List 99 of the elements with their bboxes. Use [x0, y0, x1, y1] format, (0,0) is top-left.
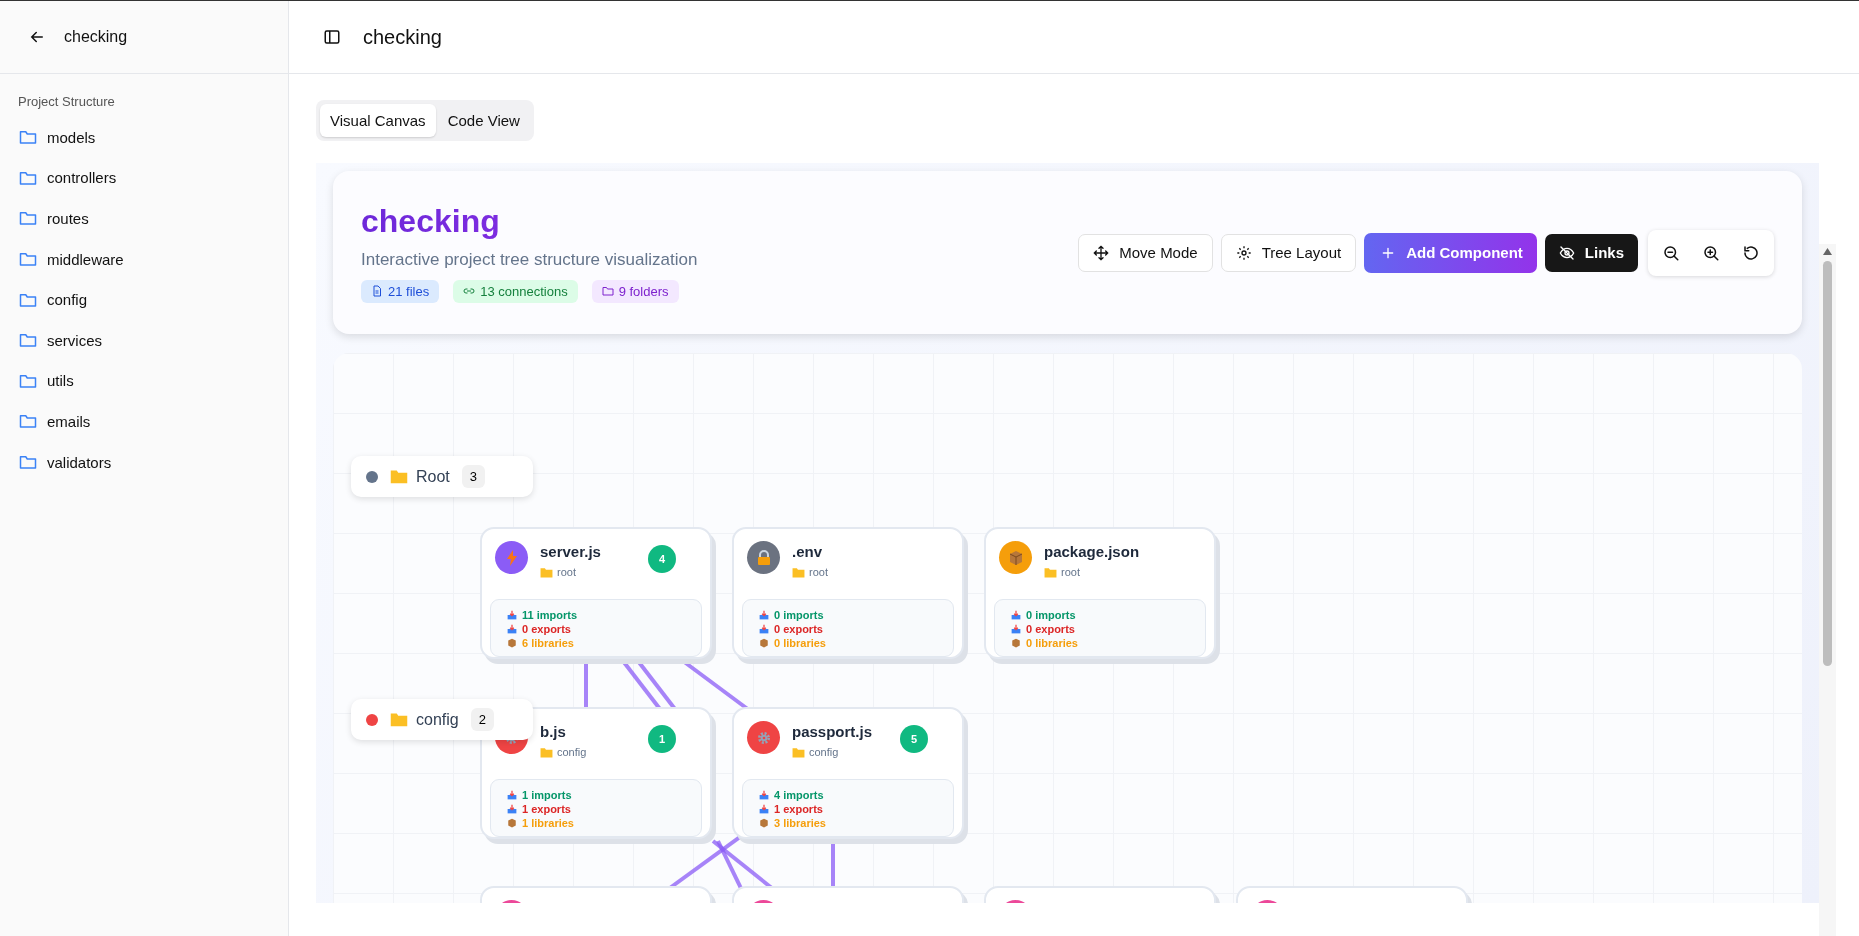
folder-group-label[interactable]: Root 3	[351, 456, 533, 497]
sidebar-toggle-icon[interactable]	[323, 28, 341, 46]
stat-text: 4 imports	[774, 788, 824, 802]
folder-icon	[540, 746, 553, 758]
stat-text: 11 imports	[522, 608, 578, 622]
folder-label: root	[792, 566, 828, 578]
file-name: package.json	[1044, 543, 1140, 560]
folder-icon	[19, 251, 37, 268]
folder-icon	[19, 291, 37, 308]
project-title: checking	[64, 28, 128, 46]
folder-icon	[792, 566, 805, 578]
folder-label: config	[540, 746, 587, 758]
reset-icon[interactable]	[1742, 243, 1760, 262]
stat-text: 0 exports	[522, 622, 571, 636]
folder-item[interactable]: services	[0, 319, 288, 361]
move-mode-button[interactable]: Move Mode	[1078, 233, 1213, 272]
file-name: passport.js	[792, 723, 873, 740]
settings-icon	[1235, 244, 1252, 261]
count-badge: 2	[470, 708, 494, 731]
package-icon	[759, 638, 769, 648]
view-tab[interactable]: Code View	[437, 104, 530, 137]
file-icon	[371, 285, 383, 297]
folder-icon	[19, 454, 37, 471]
stat-text: 1 exports	[774, 802, 823, 816]
connection-count-badge: 4	[648, 545, 676, 573]
folder-icon	[19, 129, 37, 146]
scrollbar[interactable]	[1819, 244, 1836, 936]
folder-label: root	[540, 566, 601, 578]
folder-icon	[390, 712, 408, 727]
connection-count-badge: 5	[900, 725, 928, 753]
folder-label: config	[792, 746, 873, 758]
view-tab[interactable]: Visual Canvas	[320, 104, 436, 137]
stat-text: 0 libraries	[774, 636, 826, 650]
inbox-tray-icon	[759, 610, 769, 620]
group-name: config	[416, 710, 459, 729]
stat-text: 0 imports	[1026, 608, 1076, 622]
stat-text: 1 imports	[522, 788, 572, 802]
folder-item[interactable]: middleware	[0, 238, 288, 280]
folder-item[interactable]: routes	[0, 198, 288, 239]
folder-item[interactable]: config	[0, 279, 288, 320]
page-title: checking	[363, 25, 442, 49]
project-description: Interactive project tree structure visualization	[361, 249, 698, 270]
folder-item[interactable]: controllers	[0, 157, 288, 199]
count-badge: 3	[461, 465, 486, 488]
file-name: b.js	[540, 723, 567, 740]
folder-icon	[19, 210, 37, 227]
stat-text: 0 exports	[774, 622, 823, 636]
inbox-tray-icon	[759, 804, 769, 814]
stat-text: 0 exports	[1026, 622, 1075, 636]
add-component-button[interactable]: Add Component	[1364, 232, 1537, 273]
eye-off-icon	[1558, 244, 1575, 261]
tree-layout-button[interactable]: Tree Layout	[1220, 233, 1357, 272]
folder-icon	[1044, 566, 1057, 578]
zoom-in-icon[interactable]	[1702, 243, 1720, 262]
zoom-out-icon[interactable]	[1662, 243, 1680, 262]
stat-text: 1 exports	[522, 802, 571, 816]
stat-text: 3 libraries	[774, 816, 826, 830]
folder-icon	[390, 469, 408, 484]
package-icon	[1011, 638, 1021, 648]
folder-label: root	[1044, 566, 1140, 578]
stat-text: 6 libraries	[522, 636, 574, 650]
inbox-tray-icon	[759, 790, 769, 800]
stat-chip: 13 connections	[453, 279, 578, 303]
package-icon	[507, 818, 517, 828]
scroll-up-icon[interactable]	[1823, 248, 1832, 255]
file-name: server.js	[540, 543, 601, 560]
folder-item[interactable]: utils	[0, 360, 288, 402]
folder-icon	[19, 332, 37, 349]
file-name: .env	[792, 543, 823, 560]
folder-icon	[540, 566, 553, 578]
folder-icon	[19, 413, 37, 430]
inbox-tray-icon	[1011, 610, 1021, 620]
stat-text: 0 libraries	[1026, 636, 1078, 650]
stat-chip: 21 files	[361, 279, 440, 303]
group-name: Root	[416, 467, 450, 486]
folder-item[interactable]: validators	[0, 441, 288, 483]
inbox-tray-icon	[507, 624, 517, 634]
inbox-tray-icon	[1011, 624, 1021, 634]
package-icon	[507, 638, 517, 648]
links-toggle-button[interactable]: Links	[1544, 233, 1638, 272]
package-icon	[759, 818, 769, 828]
stat-chip: 9 folders	[591, 279, 679, 303]
folder-icon	[601, 285, 614, 297]
stat-text: 0 imports	[774, 608, 824, 622]
folder-icon	[792, 746, 805, 758]
inbox-tray-icon	[507, 790, 517, 800]
connection-count-badge: 1	[648, 725, 676, 753]
folder-icon	[19, 169, 37, 186]
link-icon	[463, 285, 476, 297]
folder-item[interactable]: emails	[0, 401, 288, 442]
folder-item[interactable]: models	[0, 117, 288, 158]
stat-text: 1 libraries	[522, 816, 574, 830]
inbox-tray-icon	[507, 610, 517, 620]
folder-group-label[interactable]: config 2	[351, 699, 533, 740]
inbox-tray-icon	[507, 804, 517, 814]
section-heading: Project Structure	[17, 93, 116, 111]
move-arrows-icon	[1093, 244, 1110, 261]
folder-icon	[19, 372, 37, 389]
inbox-tray-icon	[759, 624, 769, 634]
